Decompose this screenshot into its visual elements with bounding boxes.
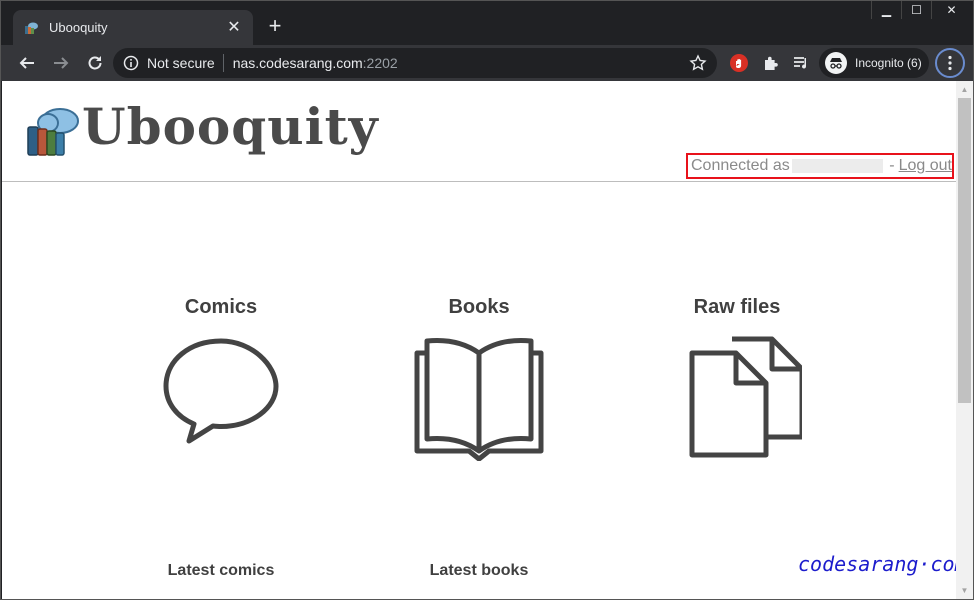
section-raw-files[interactable]: Raw files <box>637 296 837 466</box>
site-header: Ubooquity Connected as - Log out <box>2 81 956 182</box>
maximize-button[interactable]: ☐ <box>901 1 931 19</box>
incognito-profile-button[interactable]: Incognito (6) <box>819 48 929 78</box>
url-host: nas.codesarang.com <box>232 55 363 71</box>
raw-files-title[interactable]: Raw files <box>637 296 837 319</box>
extensions-puzzle-icon[interactable] <box>761 53 781 73</box>
browser-toolbar: Not secure nas.codesarang.com :2202 Inco… <box>1 45 973 81</box>
scroll-down-icon[interactable]: ▼ <box>956 582 973 599</box>
back-button[interactable] <box>11 47 43 79</box>
address-bar[interactable]: Not secure nas.codesarang.com :2202 <box>113 48 717 78</box>
security-label[interactable]: Not secure <box>147 55 215 71</box>
speech-bubble-icon[interactable] <box>156 331 286 451</box>
forward-button[interactable] <box>45 47 77 79</box>
omnibox-divider <box>222 54 224 72</box>
reload-icon <box>88 56 102 70</box>
vertical-scrollbar[interactable]: ▲ ▼ <box>956 81 973 599</box>
site-logo-text[interactable]: Ubooquity <box>82 97 379 156</box>
comics-title[interactable]: Comics <box>121 296 321 319</box>
tab-strip: Ubooquity ✕ + ▁ ☐ ✕ <box>1 1 973 45</box>
tab-title: Ubooquity <box>49 20 108 35</box>
reload-button[interactable] <box>79 47 111 79</box>
page-viewport: Ubooquity Connected as - Log out Comics … <box>2 81 973 599</box>
forward-arrow-icon <box>54 57 69 69</box>
scroll-thumb[interactable] <box>958 98 971 403</box>
codesarang-watermark: codesarang·com <box>798 552 967 576</box>
close-window-button[interactable]: ✕ <box>931 1 971 19</box>
kebab-menu-icon <box>948 55 952 71</box>
minimize-button[interactable]: ▁ <box>871 1 901 19</box>
redacted-username <box>791 159 884 173</box>
url-port: :2202 <box>362 55 398 71</box>
separator-label: - <box>889 157 895 174</box>
section-books[interactable]: Books <box>379 296 579 466</box>
connected-user-box: Connected as - Log out <box>686 153 954 179</box>
scroll-up-icon[interactable]: ▲ <box>956 81 973 98</box>
open-book-icon[interactable] <box>409 331 549 462</box>
tab-close-icon[interactable]: ✕ <box>225 19 243 37</box>
back-arrow-icon <box>19 57 34 69</box>
adblock-extension-icon[interactable] <box>729 53 749 73</box>
media-queue-icon[interactable] <box>791 53 811 73</box>
ubooquity-logo-icon <box>27 108 79 156</box>
browser-window: Ubooquity ✕ + ▁ ☐ ✕ Not secure nas.codes… <box>0 0 974 600</box>
latest-books-heading: Latest books <box>429 562 529 579</box>
new-tab-button[interactable]: + <box>263 15 287 39</box>
browser-menu-button[interactable] <box>935 48 965 78</box>
info-icon[interactable] <box>123 55 139 71</box>
tab-ubooquity[interactable]: Ubooquity ✕ <box>13 10 253 45</box>
incognito-icon <box>825 52 847 74</box>
bookmark-star-icon[interactable] <box>689 54 707 72</box>
ubooquity-favicon-icon <box>25 22 38 34</box>
logout-link[interactable]: Log out <box>899 157 952 175</box>
latest-comics-heading: Latest comics <box>167 562 275 579</box>
connected-as-label: Connected as <box>691 157 790 174</box>
files-icon[interactable] <box>672 331 805 461</box>
books-title[interactable]: Books <box>379 296 579 319</box>
window-controls: ▁ ☐ ✕ <box>871 1 971 19</box>
profile-label: Incognito (6) <box>855 56 922 70</box>
section-comics[interactable]: Comics <box>121 296 321 456</box>
